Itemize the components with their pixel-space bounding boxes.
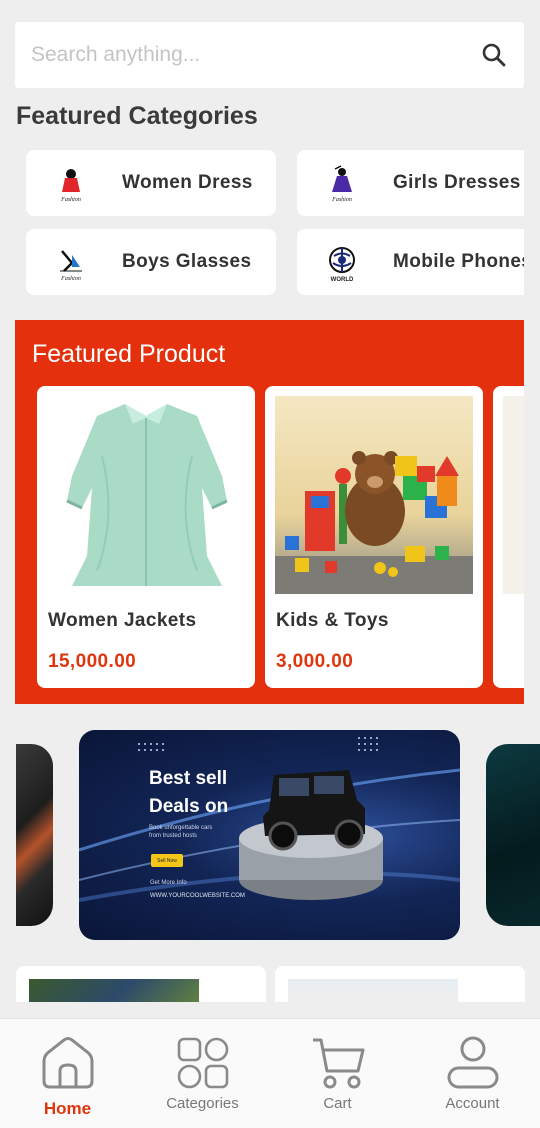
svg-text:Fashion: Fashion bbox=[60, 197, 81, 203]
category-label: Boys Glasses bbox=[122, 251, 252, 272]
mobile-phones-logo-icon: WORLD bbox=[329, 247, 355, 283]
featured-product-section: Featured Product Women Jackets 15,000.00… bbox=[15, 320, 524, 704]
product-card-partial-right[interactable] bbox=[275, 966, 525, 1002]
product-image-partial bbox=[288, 979, 458, 1002]
account-icon bbox=[445, 1035, 501, 1091]
product-card-partial[interactable] bbox=[493, 386, 524, 688]
girls-dresses-logo-icon: Fashion bbox=[331, 165, 352, 203]
product-price: 3,000.00 bbox=[276, 651, 354, 672]
nav-label-cart: Cart bbox=[323, 1095, 352, 1112]
nav-item-home[interactable]: Home bbox=[0, 1019, 135, 1128]
women-jacket-image bbox=[47, 396, 245, 594]
banner-title-line1: Best sell bbox=[149, 768, 228, 789]
product-name: Kids & Toys bbox=[276, 610, 389, 631]
kids-toys-image bbox=[275, 396, 473, 594]
nav-label-home: Home bbox=[43, 1099, 92, 1118]
cart-icon bbox=[310, 1035, 366, 1091]
nav-item-account[interactable]: Account bbox=[405, 1019, 540, 1128]
category-grid: Fashion Women Dress Fashion Girls Dresse… bbox=[0, 140, 524, 310]
nav-label-account: Account bbox=[445, 1095, 500, 1112]
product-price: 15,000.00 bbox=[48, 651, 137, 672]
banner-carousel[interactable]: Best sell Deals on Book unforgettable ca… bbox=[0, 730, 540, 940]
product-image-partial bbox=[29, 979, 199, 1002]
featured-product-title: Featured Product bbox=[32, 340, 226, 368]
banner-website: WWW.YOURCOOLWEBSITE.COM bbox=[150, 893, 245, 899]
banner-more-info: Get More Info bbox=[150, 880, 187, 886]
category-label: Mobile Phones bbox=[393, 251, 524, 272]
category-label: Girls Dresses bbox=[393, 172, 521, 193]
product-card-kids-toys[interactable]: Kids & Toys 3,000.00 bbox=[265, 386, 483, 688]
category-card-girls-dresses[interactable]: Fashion Girls Dresses bbox=[297, 150, 524, 216]
svg-text:Fashion: Fashion bbox=[331, 197, 352, 203]
banner-title-line2: Deals on bbox=[149, 796, 229, 817]
banner-sell-button[interactable]: Sell Now bbox=[151, 854, 183, 867]
search-icon[interactable] bbox=[480, 41, 508, 69]
category-card-mobile-phones[interactable]: WORLD Mobile Phones bbox=[297, 229, 524, 295]
boys-glasses-logo-icon: Fashion bbox=[60, 250, 82, 282]
women-dress-logo-icon: Fashion bbox=[60, 169, 81, 203]
search-bar[interactable] bbox=[15, 22, 524, 88]
category-card-boys-glasses[interactable]: Fashion Boys Glasses bbox=[26, 229, 276, 295]
svg-text:Fashion: Fashion bbox=[60, 276, 81, 282]
banner-slide-previous[interactable] bbox=[16, 744, 53, 926]
banner-slide-next[interactable] bbox=[486, 744, 540, 926]
banner-slide-current[interactable]: Best sell Deals on Book unforgettable ca… bbox=[79, 730, 460, 940]
bottom-navigation: Home Categories Cart Account bbox=[0, 1018, 540, 1128]
banner-subtitle: Book unforgettable cars from trusted hos… bbox=[149, 825, 213, 839]
categories-icon bbox=[175, 1035, 231, 1091]
search-input[interactable] bbox=[31, 43, 480, 67]
product-card-women-jackets[interactable]: Women Jackets 15,000.00 bbox=[37, 386, 255, 688]
product-card-partial-left[interactable] bbox=[16, 966, 266, 1002]
product-list-partial bbox=[0, 966, 540, 1002]
nav-item-categories[interactable]: Categories bbox=[135, 1019, 270, 1128]
banner-background-graphic bbox=[79, 737, 460, 902]
nav-label-categories: Categories bbox=[166, 1095, 239, 1112]
category-card-women-dress[interactable]: Fashion Women Dress bbox=[26, 150, 276, 216]
category-label: Women Dress bbox=[122, 172, 253, 193]
svg-text:WORLD: WORLD bbox=[331, 277, 354, 283]
product-name: Women Jackets bbox=[48, 610, 197, 631]
product-image-partial bbox=[503, 396, 524, 594]
featured-categories-title: Featured Categories bbox=[16, 102, 258, 130]
home-icon bbox=[40, 1035, 96, 1091]
nav-item-cart[interactable]: Cart bbox=[270, 1019, 405, 1128]
